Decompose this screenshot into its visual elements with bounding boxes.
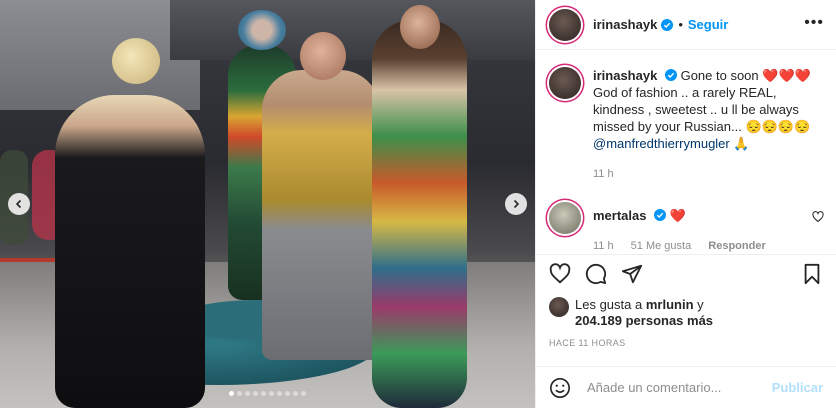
caption-time[interactable]: 11 h: [593, 168, 614, 180]
post-header: irinashayk • Seguir •••: [536, 0, 836, 50]
likes-prefix: Les gusta a: [575, 297, 643, 312]
post-timestamp[interactable]: HACE 11 HORAS: [549, 338, 626, 348]
carousel-dot: [261, 391, 266, 396]
caption-avatar[interactable]: [549, 67, 581, 99]
likes-first-user[interactable]: mrlunin: [646, 297, 694, 312]
share-icon[interactable]: [621, 263, 643, 285]
likes-count[interactable]: 204.189 personas más: [575, 313, 713, 328]
caption-hearts: ❤️❤️❤️: [762, 68, 811, 83]
heart-icon[interactable]: [812, 211, 824, 223]
reply-button[interactable]: Responder: [708, 240, 765, 252]
comment-input[interactable]: [587, 380, 767, 395]
mannequin-head: [238, 10, 286, 50]
chevron-right-icon: [513, 199, 520, 209]
person-right-head: [400, 5, 440, 49]
carousel-dot: [229, 391, 234, 396]
carousel-dot: [245, 391, 250, 396]
person-left: [55, 95, 205, 408]
caption-meta: 11 h: [593, 166, 823, 183]
comment-username[interactable]: mertalas: [593, 208, 646, 223]
author-avatar[interactable]: [549, 8, 581, 41]
carousel-dot: [253, 391, 258, 396]
background-ceiling: [170, 0, 535, 60]
add-comment-bar: Publicar: [536, 366, 836, 408]
carousel-indicator: [0, 391, 535, 396]
verified-icon: [654, 209, 667, 221]
caption-mention-emoji: 🙏: [733, 136, 750, 151]
chevron-left-icon: [15, 199, 22, 209]
person-right: [372, 20, 467, 408]
likes-text: Les gusta a mrlunin y 204.189 personas m…: [575, 297, 713, 329]
likes-summary: Les gusta a mrlunin y 204.189 personas m…: [549, 297, 823, 329]
more-icon[interactable]: •••: [804, 14, 824, 32]
person-center-head: [300, 32, 346, 80]
caption-body: irinashayk Gone to soon ❤️❤️❤️ God of fa…: [593, 67, 823, 183]
emoji-icon[interactable]: [549, 377, 571, 399]
instagram-post: irinashayk • Seguir ••• irinashayk Gone …: [0, 0, 836, 408]
header-separator: •: [678, 17, 683, 32]
author-username[interactable]: irinashayk: [593, 17, 657, 32]
carousel-dot: [269, 391, 274, 396]
caption-username[interactable]: irinashayk: [593, 68, 657, 83]
previous-slide-button[interactable]: [8, 193, 30, 215]
comment-text: ❤️: [669, 208, 686, 223]
comment-icon[interactable]: [585, 263, 607, 285]
likes-joiner: y: [697, 297, 704, 312]
comment: mertalas ❤️ 11 h 51 Me gusta Responder: [549, 202, 823, 254]
comment-time[interactable]: 11 h: [593, 240, 614, 252]
caption-text: Gone to soon: [680, 68, 759, 83]
carousel-dot: [277, 391, 282, 396]
carousel-dot: [301, 391, 306, 396]
person-left-head: [112, 38, 160, 84]
heart-icon[interactable]: [549, 263, 571, 285]
person-center: [262, 70, 380, 360]
publish-button[interactable]: Publicar: [772, 380, 823, 395]
action-bar: [536, 254, 836, 288]
carousel-dot: [237, 391, 242, 396]
comment-meta: 11 h 51 Me gusta Responder: [593, 238, 823, 254]
post-sidebar: irinashayk • Seguir ••• irinashayk Gone …: [535, 0, 836, 408]
comments-area: irinashayk Gone to soon ❤️❤️❤️ God of fa…: [536, 51, 836, 254]
verified-icon: [661, 18, 674, 31]
bookmark-icon[interactable]: [801, 263, 823, 285]
post-photo[interactable]: [0, 0, 535, 408]
verified-icon: [664, 69, 677, 81]
caption-mention[interactable]: @manfredthierrymugler: [593, 136, 730, 151]
comment-avatar[interactable]: [549, 202, 581, 234]
follow-button[interactable]: Seguir: [688, 17, 728, 32]
comment-likes[interactable]: 51 Me gusta: [631, 240, 692, 252]
caption: irinashayk Gone to soon ❤️❤️❤️ God of fa…: [549, 67, 823, 183]
carousel-dot: [285, 391, 290, 396]
next-slide-button[interactable]: [505, 193, 527, 215]
carousel-dot: [293, 391, 298, 396]
comment-body: mertalas ❤️ 11 h 51 Me gusta Responder: [593, 202, 823, 254]
liker-avatar[interactable]: [549, 297, 569, 317]
caption-emoji: 😔😔😔😔: [745, 119, 811, 134]
